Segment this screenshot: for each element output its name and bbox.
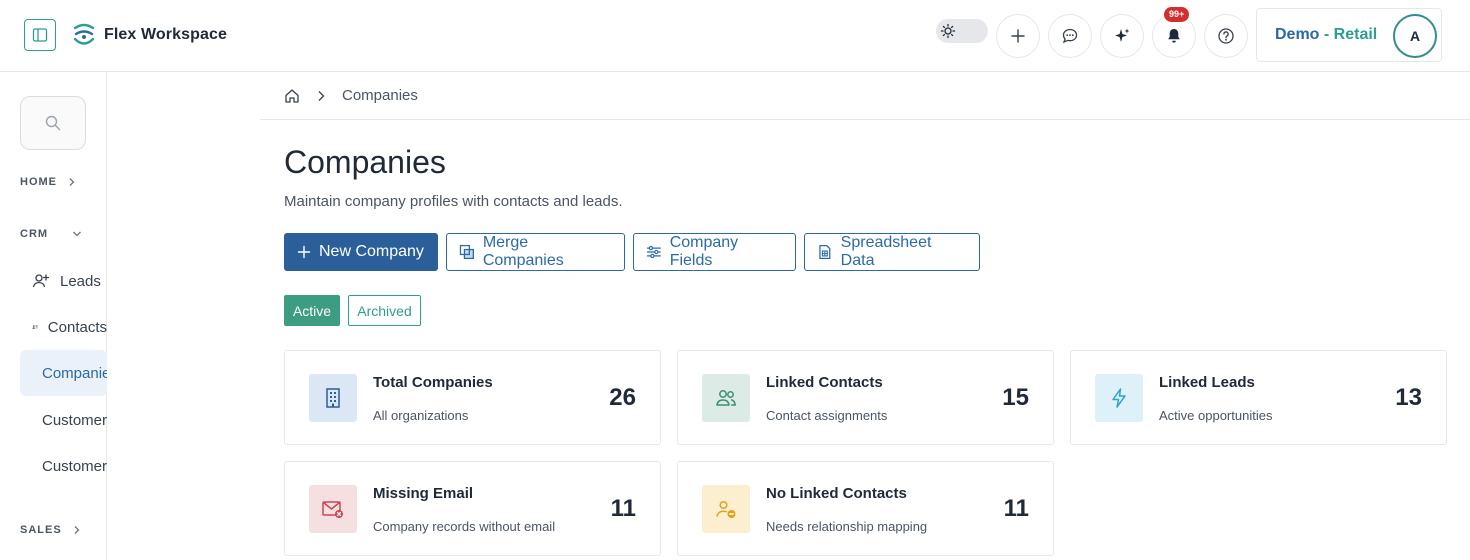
button-label: New Company: [319, 243, 424, 260]
search-icon: [45, 115, 61, 131]
contacts-icon: [32, 325, 38, 329]
stat-subtitle: All organizations: [373, 408, 469, 423]
lightning-icon: [1095, 374, 1143, 422]
sidebar-item-customers[interactable]: Customers: [20, 397, 107, 443]
company-fields-button[interactable]: Company Fields: [633, 233, 796, 271]
stat-title: Linked Leads: [1159, 374, 1255, 391]
filter-archived[interactable]: Archived: [348, 295, 421, 326]
sidebar-item-label: Customers: [42, 411, 107, 429]
plus-icon: [1011, 29, 1025, 43]
stat-card-linked-leads[interactable]: Linked Leads Active opportunities 13: [1070, 350, 1447, 445]
theme-toggle[interactable]: [936, 19, 988, 43]
chat-bubble-icon: [1062, 28, 1078, 44]
filter-active[interactable]: Active: [284, 295, 340, 326]
plus-icon: [297, 245, 311, 259]
stat-value: 15: [1002, 384, 1029, 411]
stat-value: 26: [609, 384, 636, 411]
sidebar-item-label: Leads: [60, 272, 101, 290]
chat-button[interactable]: [1048, 14, 1092, 58]
stat-subtitle: Needs relationship mapping: [766, 519, 928, 534]
breadcrumb-current: Companies: [342, 87, 418, 104]
stat-title: Linked Contacts: [766, 374, 883, 391]
sidebar-item-label: Contacts: [47, 318, 107, 336]
sidebar-section-sales[interactable]: SALES: [20, 524, 82, 536]
workspace-name: Demo - Retail: [1275, 26, 1378, 43]
sun-icon: [939, 22, 957, 40]
app-name: Flex Workspace: [104, 26, 227, 43]
notifications-count-badge: 99+: [1164, 7, 1190, 22]
stat-card-linked-contacts[interactable]: Linked Contacts Contact assignments 15: [677, 350, 1054, 445]
user-warning-icon: [702, 485, 750, 533]
add-button[interactable]: [996, 14, 1040, 58]
top-bar: Flex Workspace 99+ Demo - Retail A: [0, 0, 1470, 72]
button-label: Spreadsheet Data: [840, 234, 932, 269]
chevron-right-icon: [69, 178, 75, 186]
section-label: HOME: [20, 176, 57, 188]
sidebar-section-home[interactable]: HOME: [20, 176, 77, 188]
user-plus-icon: [32, 274, 50, 288]
brand[interactable]: Flex Workspace: [72, 22, 227, 48]
stat-title: No Linked Contacts: [766, 485, 907, 502]
sidebar-item-label: Companies: [42, 364, 107, 382]
bell-icon: [1168, 29, 1180, 43]
sparkles-icon: [1115, 28, 1130, 42]
sidebar-item-leads[interactable]: Leads: [20, 258, 107, 304]
stat-value: 11: [1003, 495, 1029, 522]
chevron-right-icon: [74, 526, 80, 534]
sliders-icon: [646, 245, 661, 259]
stat-card-total-companies[interactable]: Total Companies All organizations 26: [284, 350, 661, 445]
button-label: Merge Companies: [482, 234, 564, 269]
stat-title: Missing Email: [373, 485, 474, 502]
chevron-right-icon: [318, 90, 325, 101]
breadcrumb: Companies: [260, 72, 1470, 120]
spreadsheet-data-button[interactable]: Spreadsheet Data: [804, 233, 980, 271]
sidebar-search[interactable]: [20, 96, 86, 150]
merge-icon: [459, 244, 474, 260]
sidebar-item-label: Customer Documents: [42, 457, 107, 475]
home-icon[interactable]: [284, 88, 300, 104]
sidebar-toggle-button[interactable]: [24, 19, 56, 51]
sidebar-section-crm[interactable]: CRM: [20, 228, 82, 240]
stat-value: 13: [1395, 384, 1422, 411]
merge-companies-button[interactable]: Merge Companies: [446, 233, 625, 271]
help-circle-icon: [1218, 28, 1234, 44]
section-label: CRM: [20, 228, 49, 240]
page-subtitle: Maintain company profiles with contacts …: [284, 193, 623, 210]
mail-x-icon: [309, 485, 357, 533]
sidebar-item-customer-documents[interactable]: Customer Documents: [20, 443, 107, 489]
sidebar: HOME CRM Leads Contacts Companies Custom…: [0, 72, 107, 560]
button-label: Company Fields: [669, 234, 739, 269]
stat-card-no-linked-contacts[interactable]: No Linked Contacts Needs relationship ma…: [677, 461, 1054, 556]
sidebar-panel-icon: [32, 28, 48, 42]
stat-subtitle: Contact assignments: [766, 408, 888, 423]
avatar[interactable]: A: [1393, 14, 1437, 58]
building-icon: [309, 374, 357, 422]
stat-value: 11: [610, 495, 636, 522]
users-icon: [702, 374, 750, 422]
ai-assistant-button[interactable]: [1100, 14, 1144, 58]
workspace-switcher[interactable]: Demo - Retail A: [1256, 8, 1442, 62]
chevron-down-icon: [73, 231, 82, 237]
stat-subtitle: Active opportunities: [1159, 408, 1273, 423]
page-title: Companies: [284, 144, 446, 180]
section-label: SALES: [20, 524, 62, 536]
brand-logo-icon: [73, 23, 95, 45]
sidebar-item-contacts[interactable]: Contacts: [20, 304, 107, 350]
spreadsheet-icon: [819, 244, 831, 260]
stat-subtitle: Company records without email: [373, 519, 556, 534]
stat-card-missing-email[interactable]: Missing Email Company records without em…: [284, 461, 661, 556]
help-button[interactable]: [1204, 14, 1248, 58]
stat-title: Total Companies: [373, 374, 493, 391]
sidebar-item-companies[interactable]: Companies: [20, 350, 107, 396]
new-company-button[interactable]: New Company: [284, 233, 438, 271]
